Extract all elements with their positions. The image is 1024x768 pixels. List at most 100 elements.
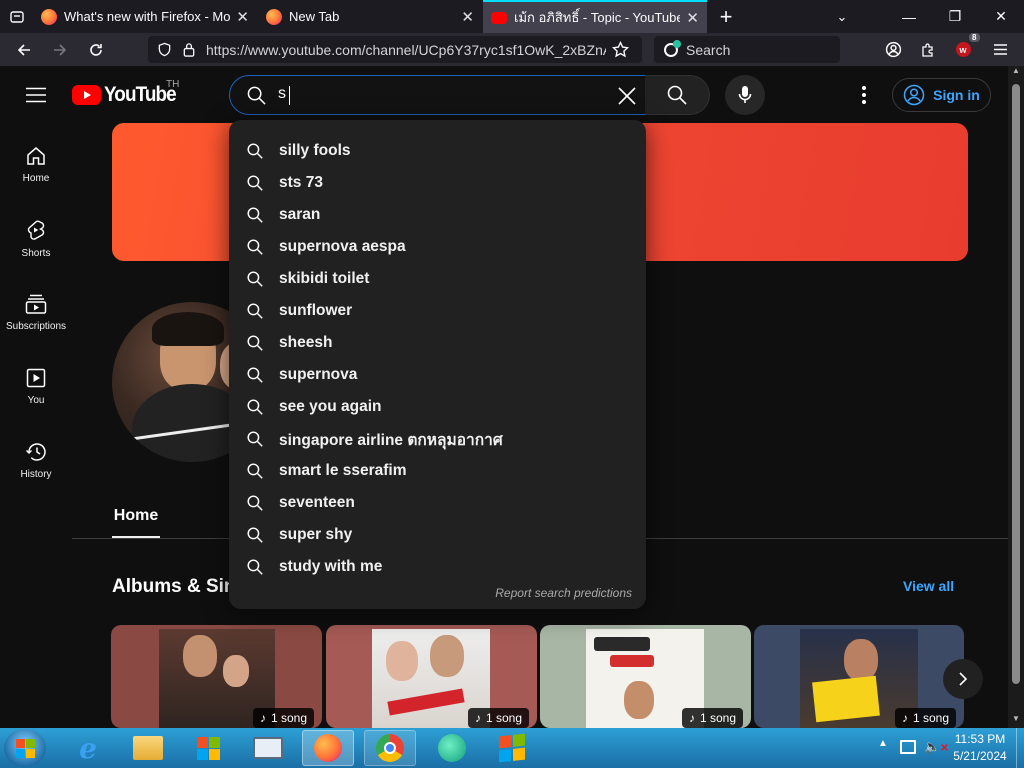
search-suggestion-text: sts 73 [279, 174, 323, 191]
tab-title: What's new with Firefox - More [64, 9, 231, 24]
taskbar-remote-desktop[interactable] [242, 730, 294, 766]
guide-item-shorts[interactable]: Shorts [0, 202, 72, 276]
puzzle-icon [922, 42, 933, 57]
guide-item-history[interactable]: History [0, 424, 72, 498]
clear-search-icon[interactable] [617, 86, 637, 106]
music-note-icon: ♪ [901, 711, 908, 725]
history-icon [25, 443, 46, 461]
region-code: TH [166, 79, 180, 90]
taskbar-app-green[interactable] [426, 730, 478, 766]
search-query-text: s [278, 85, 286, 102]
close-tab-icon[interactable]: ✕ [461, 8, 474, 26]
tab-overview-button[interactable] [0, 0, 33, 33]
search-suggestion-item[interactable]: supernova [229, 359, 646, 391]
album-card[interactable]: ♪ 1 song [326, 625, 537, 728]
search-suggestion-text: silly fools [279, 142, 351, 159]
search-engine-icon [664, 39, 681, 57]
reload-button[interactable] [81, 33, 111, 66]
search-suggestion-item[interactable]: singapore airline ตกหลุมอากาศ [229, 423, 646, 455]
guide-menu-button[interactable] [16, 75, 56, 115]
firefox-icon [41, 8, 57, 25]
taskbar-file-explorer[interactable] [122, 730, 174, 766]
chevron-right-icon [959, 672, 968, 686]
channel-tab-home[interactable]: Home [112, 500, 160, 538]
new-tab-button[interactable]: + [712, 0, 740, 33]
search-suggestion-item[interactable]: skibidi toilet [229, 263, 646, 295]
volume-muted-icon[interactable]: 🔈✕ [924, 739, 949, 755]
browser-search-input[interactable]: Search [654, 36, 840, 63]
close-tab-icon[interactable]: ✕ [686, 9, 699, 27]
bookmark-star-icon[interactable] [612, 41, 629, 58]
close-tab-icon[interactable]: ✕ [236, 8, 249, 26]
page-scrollbar[interactable]: ▲ ▼ [1008, 66, 1024, 728]
taskbar-internet-explorer[interactable]: e [62, 730, 114, 766]
guide-item-you[interactable]: You [0, 350, 72, 424]
tray-overflow-icon[interactable]: ▲ [878, 738, 888, 749]
restore-button[interactable]: ❐ [932, 0, 978, 33]
windows-logo-icon [15, 738, 35, 758]
guide-item-label: History [20, 469, 52, 480]
search-suggestion-item[interactable]: super shy [229, 519, 646, 551]
search-suggestion-item[interactable]: saran [229, 199, 646, 231]
search-suggestion-item[interactable]: smart le sserafim [229, 455, 646, 487]
search-icon [247, 335, 263, 351]
minimize-button[interactable]: — [886, 0, 932, 33]
taskbar-firefox[interactable] [302, 730, 354, 766]
song-count-text: 1 song [699, 711, 736, 725]
app-menu-button[interactable] [985, 33, 1015, 66]
search-button[interactable] [645, 75, 710, 115]
report-predictions-link[interactable]: Report search predictions [495, 586, 632, 600]
start-button[interactable] [4, 729, 46, 767]
view-all-link[interactable]: View all [903, 578, 954, 594]
song-count-text: 1 song [485, 711, 522, 725]
clock-time[interactable]: 11:53 PM [952, 732, 1008, 746]
extensions-button[interactable] [913, 33, 943, 66]
search-suggestion-item[interactable]: silly fools [229, 135, 646, 167]
search-suggestion-item[interactable]: study with me [229, 551, 646, 583]
youtube-search-input[interactable]: s [229, 75, 646, 115]
network-icon[interactable] [900, 740, 916, 754]
album-card[interactable]: ♪ 1 song [540, 625, 751, 728]
carousel-next-button[interactable] [943, 659, 983, 699]
taskbar-chrome[interactable] [364, 730, 416, 766]
forward-button[interactable] [45, 33, 75, 66]
clock-date[interactable]: 5/21/2024 [948, 749, 1012, 763]
search-suggestion-item[interactable]: sts 73 [229, 167, 646, 199]
account-button[interactable] [878, 33, 908, 66]
url-bar[interactable]: https://www.youtube.com/channel/UCp6Y37r… [148, 36, 642, 63]
taskbar-store[interactable] [182, 730, 234, 766]
back-button[interactable] [9, 33, 39, 66]
extension-addon-button[interactable]: w 8 [948, 33, 980, 66]
search-suggestion-text: singapore airline ตกหลุมอากาศ [279, 431, 503, 449]
search-suggestion-item[interactable]: see you again [229, 391, 646, 423]
guide-item-home[interactable]: Home [0, 128, 72, 202]
voice-search-button[interactable] [725, 75, 765, 115]
chrome-icon [376, 734, 404, 762]
album-card[interactable]: ♪ 1 song [111, 625, 322, 728]
taskbar-windows-app[interactable] [486, 730, 538, 766]
close-window-button[interactable]: ✕ [978, 0, 1024, 33]
arrow-left-icon [17, 43, 30, 56]
search-suggestion-text: see you again [279, 398, 382, 415]
search-suggestion-item[interactable]: sheesh [229, 327, 646, 359]
shorts-icon [27, 220, 45, 240]
tab-firefox-whats-new[interactable]: What's new with Firefox - More ✕ [33, 0, 257, 33]
scrollbar-thumb[interactable] [1012, 84, 1020, 684]
music-note-icon: ♪ [259, 711, 266, 725]
guide-item-subscriptions[interactable]: Subscriptions [0, 276, 72, 350]
tab-youtube-active[interactable]: เม้ก อภิสิทธิ์ - Topic - YouTube ✕ [483, 0, 707, 33]
settings-more-button[interactable] [850, 78, 878, 112]
tab-new-tab[interactable]: New Tab ✕ [258, 0, 482, 33]
youtube-logo[interactable]: YouTube TH [72, 79, 184, 107]
youtube-favicon-icon [491, 11, 507, 24]
search-suggestion-item[interactable]: sunflower [229, 295, 646, 327]
search-icon [247, 431, 263, 447]
search-suggestion-item[interactable]: seventeen [229, 487, 646, 519]
list-tabs-chevron-icon[interactable]: ⌄ [828, 0, 856, 33]
guide-item-label: Subscriptions [5, 321, 67, 332]
sign-in-button[interactable]: Sign in [892, 78, 991, 112]
show-desktop-button[interactable] [1016, 728, 1024, 768]
album-card[interactable]: ♪ 1 song [754, 625, 964, 728]
search-suggestion-item[interactable]: supernova aespa [229, 231, 646, 263]
account-circle-icon [885, 41, 901, 58]
